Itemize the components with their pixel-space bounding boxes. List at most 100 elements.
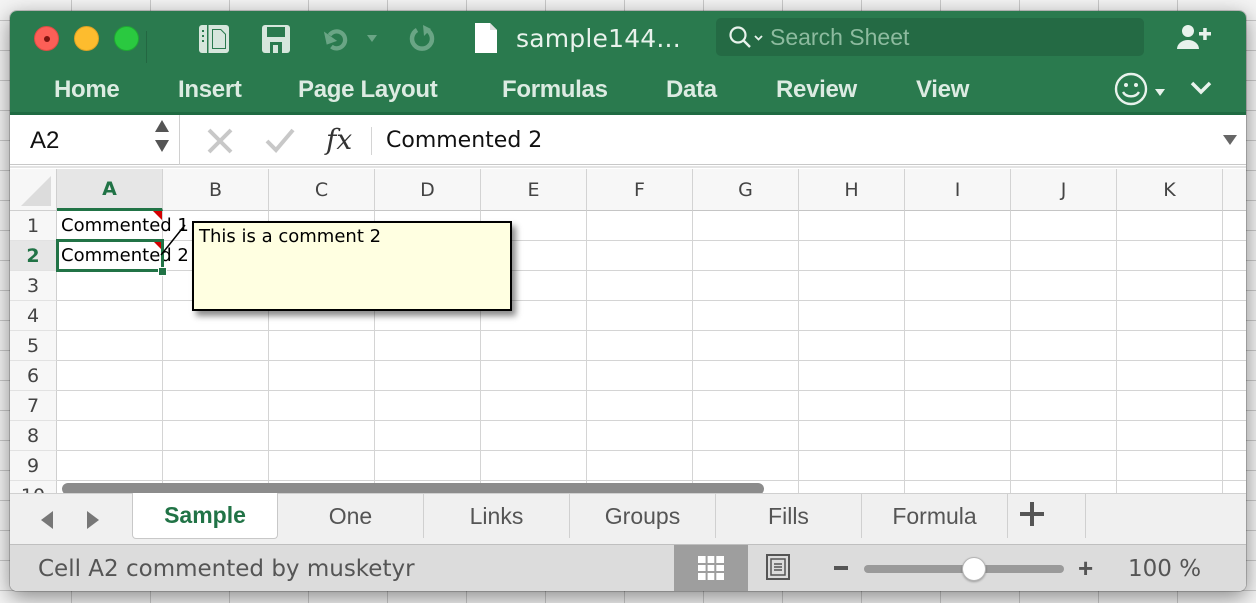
cell-h4[interactable] <box>799 301 905 331</box>
cell-a4[interactable] <box>57 301 163 331</box>
cell-k2[interactable] <box>1117 241 1223 271</box>
zoom-out-button[interactable] <box>834 566 848 570</box>
cell-b5[interactable] <box>163 331 269 361</box>
enter-check-icon[interactable] <box>264 121 296 160</box>
sheet-tab-groups[interactable]: Groups <box>570 494 716 538</box>
cell-k6[interactable] <box>1117 361 1223 391</box>
cell-partial[interactable] <box>1223 451 1246 481</box>
tab-view[interactable]: View <box>916 76 969 104</box>
tab-page-layout[interactable]: Page Layout <box>298 76 438 104</box>
column-header-b[interactable]: B <box>163 169 269 211</box>
column-header-f[interactable]: F <box>587 169 693 211</box>
cell-b7[interactable] <box>163 391 269 421</box>
cell-e5[interactable] <box>481 331 587 361</box>
cell-g7[interactable] <box>693 391 799 421</box>
cell-f2[interactable] <box>587 241 693 271</box>
cell-k3[interactable] <box>1117 271 1223 301</box>
zoom-in-button[interactable]: + <box>1078 555 1093 581</box>
collapse-ribbon-chevron-icon[interactable] <box>1190 80 1212 101</box>
page-layout-view-icon[interactable] <box>766 554 790 585</box>
row-header-7[interactable]: 7 <box>10 391 57 421</box>
undo-icon[interactable] <box>322 23 354 55</box>
row-header-6[interactable]: 6 <box>10 361 57 391</box>
cell-partial[interactable] <box>1223 241 1246 271</box>
cell-j7[interactable] <box>1011 391 1117 421</box>
cell-h8[interactable] <box>799 421 905 451</box>
cell-e8[interactable] <box>481 421 587 451</box>
column-header-e[interactable]: E <box>481 169 587 211</box>
cell-j10[interactable] <box>1011 481 1117 493</box>
cell-j2[interactable] <box>1011 241 1117 271</box>
add-sheet-plus-icon[interactable] <box>1020 502 1044 531</box>
minimize-window-button[interactable] <box>74 26 99 51</box>
cell-d8[interactable] <box>375 421 481 451</box>
cell-k10[interactable] <box>1117 481 1223 493</box>
cell-d7[interactable] <box>375 391 481 421</box>
row-header-8[interactable]: 8 <box>10 421 57 451</box>
cell-g8[interactable] <box>693 421 799 451</box>
column-header-c[interactable]: C <box>269 169 375 211</box>
cell-h5[interactable] <box>799 331 905 361</box>
search-sheet[interactable] <box>716 18 1144 56</box>
cell-k9[interactable] <box>1117 451 1223 481</box>
cell-h1[interactable] <box>799 211 905 241</box>
sheet-tab-one[interactable]: One <box>278 494 424 538</box>
cell-f1[interactable] <box>587 211 693 241</box>
cell-i6[interactable] <box>905 361 1011 391</box>
name-box[interactable]: A2 <box>10 115 180 165</box>
cell-i7[interactable] <box>905 391 1011 421</box>
cell-f6[interactable] <box>587 361 693 391</box>
cell-b8[interactable] <box>163 421 269 451</box>
cell-h6[interactable] <box>799 361 905 391</box>
cell-d5[interactable] <box>375 331 481 361</box>
cell-k5[interactable] <box>1117 331 1223 361</box>
cell-i3[interactable] <box>905 271 1011 301</box>
cell-j9[interactable] <box>1011 451 1117 481</box>
cell-g9[interactable] <box>693 451 799 481</box>
cell-f4[interactable] <box>587 301 693 331</box>
cell-h7[interactable] <box>799 391 905 421</box>
cancel-x-icon[interactable] <box>206 121 234 160</box>
column-header-g[interactable]: G <box>693 169 799 211</box>
zoom-window-button[interactable] <box>114 26 139 51</box>
select-all-corner[interactable] <box>10 169 57 211</box>
cell-e7[interactable] <box>481 391 587 421</box>
cell-k4[interactable] <box>1117 301 1223 331</box>
row-header-9[interactable]: 9 <box>10 451 57 481</box>
cell-j5[interactable] <box>1011 331 1117 361</box>
spreadsheet-grid[interactable]: A B C D E F G H I J K 1 Commented 1 2 Commented 234567… <box>10 169 1246 493</box>
cell-h3[interactable] <box>799 271 905 301</box>
cell-i8[interactable] <box>905 421 1011 451</box>
formula-input[interactable] <box>386 123 1186 157</box>
cell-d9[interactable] <box>375 451 481 481</box>
cell-i5[interactable] <box>905 331 1011 361</box>
feedback-dropdown-icon[interactable] <box>1154 84 1166 102</box>
close-window-button[interactable] <box>34 26 59 51</box>
row-header-5[interactable]: 5 <box>10 331 57 361</box>
cell-partial[interactable] <box>1223 421 1246 451</box>
cell-g6[interactable] <box>693 361 799 391</box>
cell-j8[interactable] <box>1011 421 1117 451</box>
cell-i2[interactable] <box>905 241 1011 271</box>
name-box-stepper[interactable] <box>154 119 170 153</box>
cell-partial[interactable] <box>1223 331 1246 361</box>
column-header-d[interactable]: D <box>375 169 481 211</box>
horizontal-scrollbar[interactable] <box>62 483 764 493</box>
cell-partial[interactable] <box>1223 481 1246 493</box>
tab-data[interactable]: Data <box>666 76 717 104</box>
sheet-tab-fills[interactable]: Fills <box>716 494 862 538</box>
cell-e6[interactable] <box>481 361 587 391</box>
cell-a9[interactable] <box>57 451 163 481</box>
cell-b9[interactable] <box>163 451 269 481</box>
save-icon[interactable] <box>260 23 292 55</box>
cell-g4[interactable] <box>693 301 799 331</box>
cell-f7[interactable] <box>587 391 693 421</box>
cell-j6[interactable] <box>1011 361 1117 391</box>
feedback-smiley-icon[interactable] <box>1114 72 1148 111</box>
cell-a1[interactable]: Commented 1 <box>57 211 189 241</box>
cell-partial[interactable] <box>1223 301 1246 331</box>
column-header-h[interactable]: H <box>799 169 905 211</box>
sheet-tab-formula[interactable]: Formula <box>862 494 1008 538</box>
cell-partial[interactable] <box>1223 391 1246 421</box>
cell-f9[interactable] <box>587 451 693 481</box>
